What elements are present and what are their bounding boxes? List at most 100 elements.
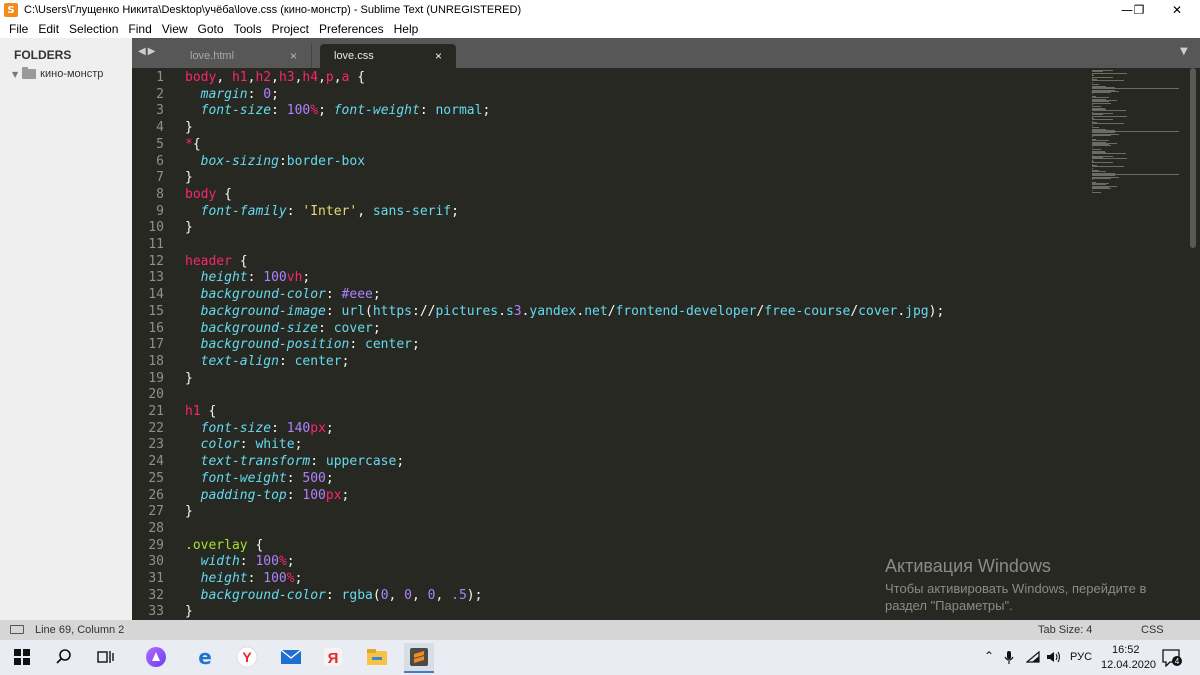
minimap[interactable] [1090, 68, 1188, 198]
tab-love-html[interactable]: love.html × [176, 44, 312, 68]
code-area[interactable]: body, h1,h2,h3,h4,p,a { margin: 0; font-… [185, 68, 1185, 620]
panel-toggle-icon[interactable] [10, 625, 24, 634]
menu-file[interactable]: File [4, 22, 33, 36]
menu-selection[interactable]: Selection [64, 22, 123, 36]
yandex-browser-icon[interactable]: Я [322, 646, 344, 668]
file-explorer-icon[interactable] [366, 646, 388, 668]
folder-name: кино-монстр [40, 68, 104, 80]
code-line[interactable]: height: 100%; [185, 571, 303, 588]
line-number: 8 [156, 186, 164, 202]
line-number: 33 [148, 604, 164, 620]
alice-assistant-icon[interactable] [145, 646, 167, 668]
code-line[interactable]: .overlay { [185, 538, 263, 555]
code-line[interactable]: background-position: center; [185, 337, 420, 354]
line-number: 31 [148, 571, 164, 586]
menu-help[interactable]: Help [389, 22, 424, 36]
sidebar: FOLDERS ▼ кино-монстр [0, 38, 132, 620]
show-hidden-icons-icon[interactable]: ⌃ [984, 649, 994, 663]
network-icon[interactable] [1025, 650, 1040, 666]
line-number: 23 [148, 437, 164, 453]
line-number: 26 [148, 487, 164, 503]
folders-heading: FOLDERS [14, 48, 72, 62]
minimap-line [1092, 158, 1128, 160]
code-line[interactable]: body, h1,h2,h3,h4,p,a { [185, 70, 365, 87]
code-line[interactable]: background-image: url(https://pictures.s… [185, 304, 945, 321]
minimap-line [1092, 162, 1113, 164]
tab-close-icon[interactable]: × [435, 49, 442, 63]
code-line[interactable]: font-family: 'Inter', sans-serif; [185, 204, 459, 221]
minimap-line [1092, 145, 1111, 147]
code-line[interactable]: box-sizing:border-box [185, 154, 365, 171]
tab-dropdown-icon[interactable]: ▼ [1180, 46, 1188, 57]
code-line[interactable]: text-transform: uppercase; [185, 454, 405, 471]
microphone-icon[interactable] [1004, 651, 1014, 668]
code-editor[interactable]: 1 2 3 4 5 6 7 8 9 10 11 12 13 14 15 16 17 18 19 20 21 22 23 24 2… [132, 68, 1188, 620]
tab-nav-arrows-icon[interactable]: ◀▶ [138, 46, 157, 57]
expand-arrow-icon[interactable]: ▼ [12, 70, 18, 79]
line-number: 13 [148, 270, 164, 286]
code-line[interactable]: padding-top: 100px; [185, 488, 350, 505]
code-line[interactable]: header { [185, 254, 248, 271]
code-line[interactable]: font-weight: 500; [185, 471, 334, 488]
line-number: 10 [148, 220, 164, 236]
tab-size-selector[interactable]: Tab Size: 4 [1038, 624, 1092, 636]
code-line[interactable]: font-size: 140px; [185, 421, 334, 438]
code-line[interactable]: background-color: #eee; [185, 287, 381, 304]
code-line[interactable]: color: white; [185, 437, 303, 454]
code-line[interactable]: } [185, 120, 193, 137]
code-line[interactable]: body { [185, 187, 232, 204]
line-number: 30 [148, 554, 164, 570]
code-line[interactable]: } [185, 504, 193, 521]
code-line[interactable]: } [185, 371, 193, 388]
vertical-scrollbar[interactable] [1188, 68, 1200, 620]
search-icon[interactable] [53, 646, 75, 668]
sublime-text-taskbar-icon[interactable] [404, 643, 434, 673]
tab-close-icon[interactable]: × [290, 49, 297, 63]
task-view-icon[interactable] [95, 646, 117, 668]
code-line[interactable]: text-align: center; [185, 354, 350, 371]
line-number: 6 [156, 153, 164, 169]
code-line[interactable]: width: 100%; [185, 554, 295, 571]
code-line[interactable]: margin: 0; [185, 87, 279, 104]
clock-time[interactable]: 16:52 [1112, 644, 1140, 656]
tab-love-css[interactable]: love.css × [320, 44, 456, 68]
code-line[interactable]: background-size: cover; [185, 321, 381, 338]
window-title: C:\Users\Глущенко Никита\Desktop\учёба\l… [24, 4, 522, 16]
code-line[interactable]: font-size: 100%; font-weight: normal; [185, 103, 491, 120]
code-line[interactable]: } [185, 604, 193, 620]
menu-preferences[interactable]: Preferences [314, 22, 389, 36]
code-line[interactable]: } [185, 220, 193, 237]
line-number: 27 [148, 504, 164, 520]
line-number: 14 [148, 287, 164, 303]
code-line[interactable]: h1 { [185, 404, 216, 421]
line-number: 1 [156, 70, 164, 85]
menu-edit[interactable]: Edit [33, 22, 64, 36]
minimap-line [1092, 110, 1127, 112]
mail-icon[interactable] [280, 646, 302, 668]
minimap-line [1092, 146, 1093, 148]
line-number: 12 [148, 253, 164, 269]
clock-date[interactable]: 12.04.2020 [1101, 659, 1156, 671]
menu-tools[interactable]: Tools [229, 22, 267, 36]
close-button[interactable]: ✕ [1154, 0, 1200, 20]
menu-find[interactable]: Find [123, 22, 156, 36]
code-line[interactable]: } [185, 170, 193, 187]
watermark-line-2: раздел "Параметры". [885, 598, 1013, 613]
code-line[interactable]: height: 100vh; [185, 270, 311, 287]
menu-goto[interactable]: Goto [193, 22, 229, 36]
yandex-icon[interactable]: Y [236, 646, 258, 668]
syntax-selector[interactable]: CSS [1141, 624, 1164, 636]
windows-start-icon[interactable] [11, 646, 33, 668]
code-line[interactable]: *{ [185, 137, 201, 154]
sidebar-folder-item[interactable]: ▼ кино-монстр [12, 67, 104, 80]
notification-center-icon[interactable]: 4 [1162, 649, 1182, 668]
code-line[interactable]: background-color: rgba(0, 0, 0, .5); [185, 588, 483, 605]
minimap-line [1092, 188, 1111, 190]
minimap-line [1092, 136, 1093, 138]
menu-project[interactable]: Project [267, 22, 314, 36]
edge-browser-icon[interactable]: e [194, 645, 216, 669]
input-language-indicator[interactable]: РУС [1070, 651, 1092, 663]
volume-icon[interactable] [1046, 651, 1062, 666]
menu-view[interactable]: View [157, 22, 193, 36]
scrollbar-thumb[interactable] [1190, 68, 1196, 248]
